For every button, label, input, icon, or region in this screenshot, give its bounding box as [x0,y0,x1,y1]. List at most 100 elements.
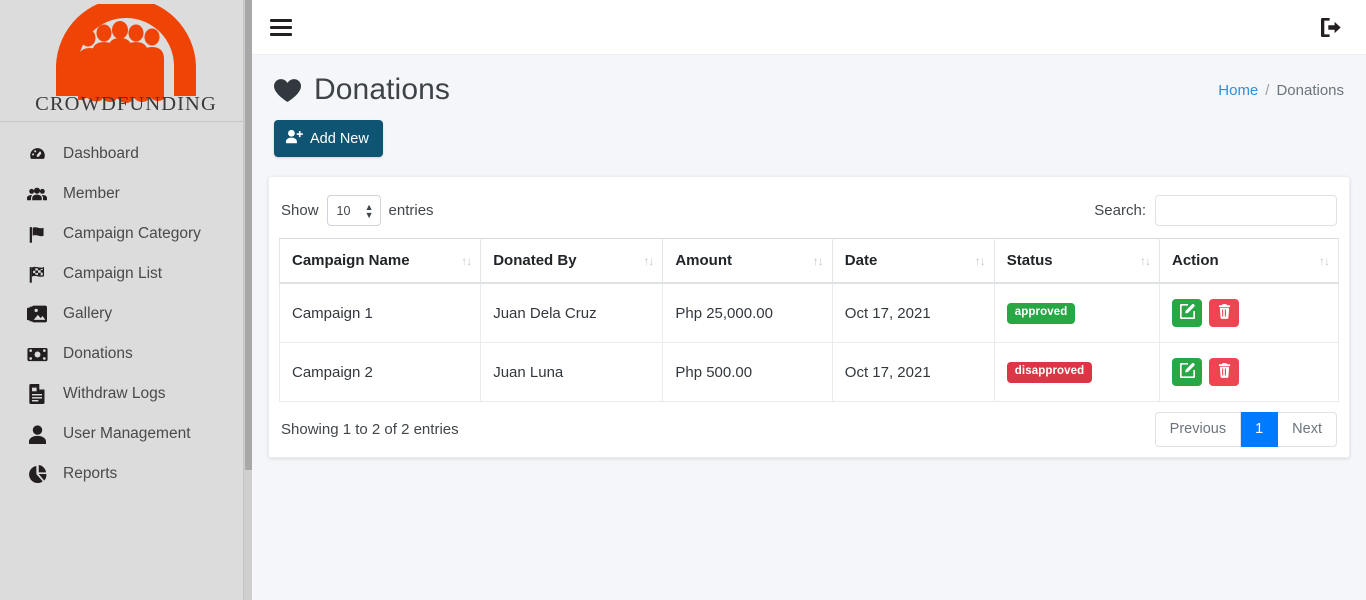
sidebar-scrollbar-thumb[interactable] [245,0,252,470]
user-icon [26,424,48,444]
table-header-donated-by[interactable]: Donated By ↑↓ [480,238,664,284]
sidebar-item-user-management[interactable]: User Management [0,414,252,454]
sidebar-item-label: Donations [63,345,133,362]
breadcrumb-home-link[interactable]: Home [1218,82,1258,99]
user-plus-icon [286,129,303,148]
breadcrumb-current: Donations [1276,81,1344,99]
cell-action [1159,282,1339,343]
datatable-info: Showing 1 to 2 of 2 entries [281,421,459,439]
flag-checkered-icon [26,264,48,284]
donations-card: Show 102550100 ▲▼ entries Search: [268,176,1350,459]
edit-button[interactable] [1172,358,1202,386]
row-actions [1172,299,1326,327]
sidebar-item-member[interactable]: Member [0,174,252,214]
table-header-action[interactable]: Action ↑↓ [1159,238,1339,284]
column-label: Action [1172,252,1219,269]
add-new-button[interactable]: Add New [274,120,383,157]
table-header-amount[interactable]: Amount ↑↓ [662,238,833,284]
sidebar-menu: Dashboard Member Campaign Category Campa… [0,122,252,494]
pagination-next[interactable]: Next [1278,412,1337,448]
money-bill-icon [26,344,48,364]
table-row: Campaign 2 Juan Luna Php 500.00 Oct 17, 202… [278,342,1339,402]
trash-icon [1218,363,1231,381]
sort-icon: ↑↓ [974,253,986,268]
delete-button[interactable] [1209,299,1239,327]
pagination-previous[interactable]: Previous [1154,412,1242,448]
datatable-controls: Show 102550100 ▲▼ entries Search: [279,191,1339,238]
tachometer-icon [26,144,48,164]
cell-action [1159,342,1339,402]
sidebar-item-gallery[interactable]: Gallery [0,294,252,334]
page-length-select-wrap: 102550100 ▲▼ [326,195,381,226]
sign-out-icon[interactable] [1318,14,1344,40]
file-invoice-icon [26,384,48,404]
cell-amount: Php 25,000.00 [662,282,833,343]
status-badge: disapproved [1006,362,1093,383]
datatable-wrapper: Show 102550100 ▲▼ entries Search: [269,177,1349,402]
flag-icon [26,224,48,244]
edit-icon [1179,304,1195,322]
sidebar-item-label: User Management [63,425,191,442]
brand-logo-block[interactable]: CROWDFUNDING [0,0,252,122]
page-title: Donations [274,73,450,107]
sort-icon: ↑↓ [1140,253,1151,268]
breadcrumb-separator: / [1265,81,1270,99]
search-input[interactable] [1155,195,1337,226]
cell-date: Oct 17, 2021 [831,342,995,402]
sidebar-scrollbar[interactable] [243,0,252,600]
cell-campaign-name: Campaign 2 [278,342,482,402]
chart-pie-icon [26,464,48,484]
sidebar-item-label: Campaign List [63,265,163,282]
users-icon [26,184,48,204]
hamburger-menu-icon[interactable] [268,14,294,40]
sidebar-item-donations[interactable]: Donations [0,334,252,374]
show-label: Show [281,202,319,219]
sidebar-item-campaign-category[interactable]: Campaign Category [0,214,252,254]
table-header-campaign-name[interactable]: Campaign Name ↑↓ [278,238,482,284]
sidebar-item-withdraw-logs[interactable]: Withdraw Logs [0,374,252,414]
page-header: Donations Home / Donations [252,55,1366,107]
cell-status: approved [993,282,1161,343]
edit-icon [1179,363,1195,381]
main-content: Donations Home / Donations Add New Show … [252,0,1366,600]
sort-icon: ↑↓ [461,253,472,268]
table-body: Campaign 1 Juan Dela Cruz Php 25,000.00 Oct… [278,282,1339,402]
page-title-text: Donations [314,73,450,106]
sidebar-item-label: Reports [63,465,118,482]
column-label: Amount [675,252,732,269]
sidebar-item-label: Campaign Category [63,225,201,242]
cell-date: Oct 17, 2021 [831,282,995,343]
entries-length-control: Show 102550100 ▲▼ entries [281,195,434,226]
table-header-date[interactable]: Date ↑↓ [831,238,995,284]
sidebar-item-label: Dashboard [63,145,139,162]
column-label: Donated By [493,252,577,269]
cell-donated-by: Juan Luna [480,342,664,402]
entries-label: entries [388,202,434,219]
crowdfunding-logo-icon: CROWDFUNDING [28,0,224,122]
sidebar: CROWDFUNDING Dashboard Member Campaign C… [0,0,252,600]
row-actions [1172,358,1326,386]
sidebar-item-label: Withdraw Logs [63,385,166,402]
cell-status: disapproved [993,342,1161,402]
delete-button[interactable] [1209,358,1239,386]
app-root: CROWDFUNDING Dashboard Member Campaign C… [0,0,1366,600]
pagination-page-1[interactable]: 1 [1241,412,1279,448]
table-head: Campaign Name ↑↓ Donated By ↑↓ Amount ↑↓ Date ↑… [278,238,1339,284]
sidebar-item-campaign-list[interactable]: Campaign List [0,254,252,294]
datatable-footer: Showing 1 to 2 of 2 entries Previous 1 Nex… [269,402,1349,457]
page-length-select[interactable]: 102550100 [326,195,381,226]
sidebar-item-dashboard[interactable]: Dashboard [0,134,252,174]
heart-icon [274,78,301,103]
table-header-status[interactable]: Status ↑↓ [993,238,1161,284]
column-label: Date [844,252,878,269]
column-label: Status [1006,252,1053,269]
edit-button[interactable] [1172,299,1202,327]
trash-icon [1218,304,1231,322]
pagination: Previous 1 Next [1154,412,1337,448]
brand-wordmark: CROWDFUNDING [35,92,217,115]
search-label: Search: [1094,202,1146,219]
sidebar-item-reports[interactable]: Reports [0,454,252,494]
sort-icon: ↑↓ [643,253,654,268]
table-row: Campaign 1 Juan Dela Cruz Php 25,000.00 Oct… [278,282,1339,343]
donations-table: Campaign Name ↑↓ Donated By ↑↓ Amount ↑↓ Date ↑… [278,238,1339,402]
